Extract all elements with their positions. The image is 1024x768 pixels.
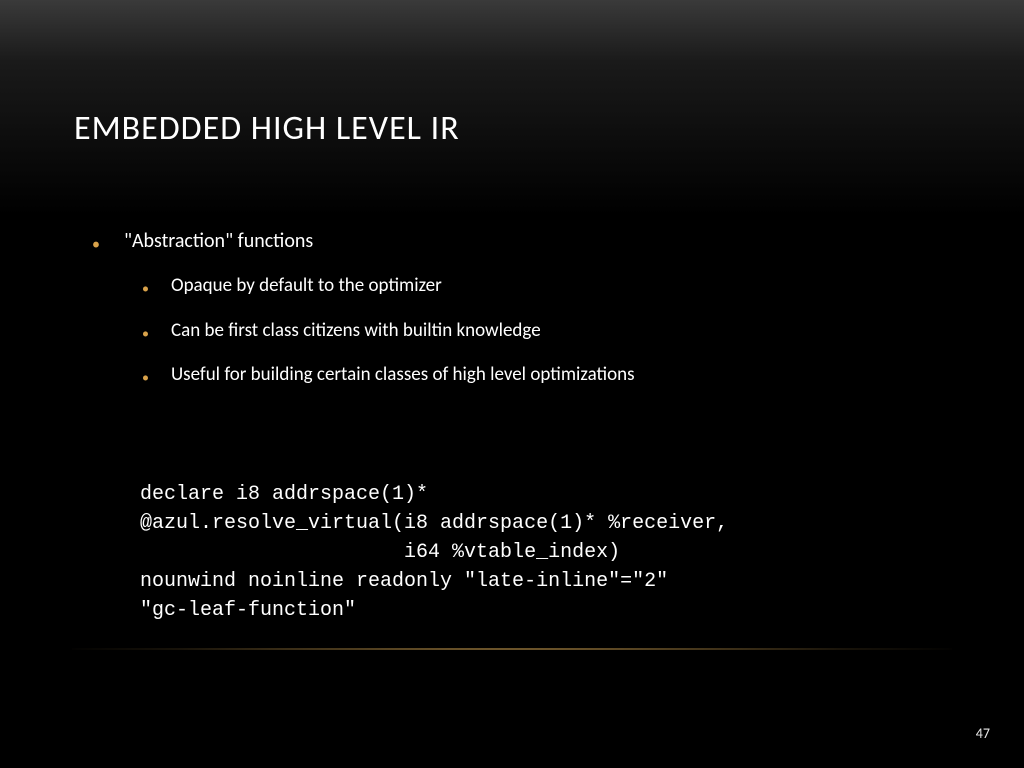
bullet-icon: •	[142, 327, 149, 341]
bullet-icon: •	[142, 282, 149, 296]
bullet-text: Useful for building certain classes of h…	[171, 363, 635, 388]
bullet-icon: •	[142, 371, 149, 385]
list-item: • Can be first class citizens with built…	[142, 319, 964, 344]
sub-list: • Opaque by default to the optimizer • C…	[142, 274, 964, 388]
list-item: • Useful for building certain classes of…	[142, 363, 964, 388]
slide-title: EMBEDDED HIGH LEVEL IR	[74, 108, 460, 149]
bullet-text: Opaque by default to the optimizer	[171, 274, 442, 299]
page-number: 47	[976, 725, 990, 742]
bullet-text: Can be first class citizens with builtin…	[171, 319, 541, 344]
code-block: declare i8 addrspace(1)* @azul.resolve_v…	[140, 480, 728, 625]
divider-line	[72, 648, 952, 650]
bullet-text: "Abstraction" functions	[124, 228, 313, 254]
list-item: • "Abstraction" functions	[92, 228, 964, 254]
bullet-icon: •	[92, 237, 100, 253]
slide-content: • "Abstraction" functions • Opaque by de…	[92, 228, 964, 408]
list-item: • Opaque by default to the optimizer	[142, 274, 964, 299]
